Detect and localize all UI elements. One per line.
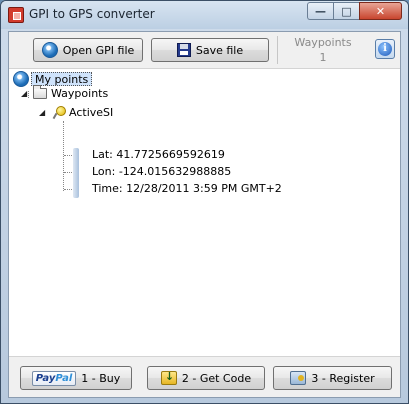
buy-label: 1 - Buy — [81, 371, 121, 385]
window-title: GPI to GPS converter — [29, 7, 155, 21]
maximize-button[interactable]: □ — [333, 2, 359, 20]
longitude-value[interactable]: Lon: -124.015632988885 — [92, 165, 231, 178]
tree-line — [64, 189, 72, 190]
get-code-button[interactable]: 2 - Get Code — [147, 366, 265, 390]
window-controls: — □ ✕ — [307, 2, 402, 20]
waypoints-count: 1 — [319, 51, 327, 64]
paypal-logo-icon: PayPal — [31, 370, 77, 386]
globe-icon — [41, 42, 58, 58]
collapse-arrow-icon[interactable]: ◢ — [21, 89, 31, 98]
pushpin-icon — [51, 105, 66, 119]
client-area: Open GPI file Save file Waypoints 1 i My… — [8, 31, 401, 398]
tree-node-label: ActiveSI — [69, 105, 114, 119]
app-icon[interactable] — [8, 7, 24, 23]
tree-node-waypoints[interactable]: ◢ Waypoints — [21, 85, 109, 100]
tree-node-label: My points — [31, 72, 93, 86]
save-file-label: Save file — [195, 43, 244, 57]
get-code-label: 2 - Get Code — [181, 371, 252, 385]
tree-node-label: Waypoints — [51, 87, 109, 100]
register-icon — [290, 371, 307, 385]
folder-icon — [33, 85, 47, 99]
download-code-icon — [160, 370, 177, 385]
toolbar-separator — [277, 36, 278, 64]
tree-node-waypoint[interactable]: ◢ ActiveSI — [39, 105, 113, 119]
tree-node-my-points[interactable]: My points — [13, 71, 93, 87]
info-button[interactable]: i — [375, 39, 395, 59]
tree-line — [64, 155, 72, 156]
points-tree[interactable]: My points ◢ Waypoints ◢ ActiveSI Lat: 41… — [9, 68, 400, 357]
buy-button[interactable]: PayPal 1 - Buy — [20, 366, 132, 390]
register-label: 3 - Register — [311, 371, 375, 385]
open-gpi-file-label: Open GPI file — [62, 43, 135, 57]
collapse-arrow-icon[interactable]: ◢ — [39, 108, 49, 117]
title-bar[interactable]: GPI to GPS converter — □ ✕ — [1, 1, 408, 29]
waypoints-label: Waypoints — [294, 36, 352, 49]
tree-line — [64, 172, 72, 173]
paypal-pal-text: Pal — [55, 372, 73, 384]
bottom-bar: PayPal 1 - Buy 2 - Get Code 3 - Register — [9, 358, 400, 397]
floppy-icon — [176, 43, 191, 57]
paypal-pay-text: Pay — [35, 372, 56, 384]
minimize-button[interactable]: — — [307, 2, 333, 20]
save-file-button[interactable]: Save file — [151, 38, 269, 62]
tree-line — [63, 121, 64, 191]
globe-icon — [13, 71, 29, 87]
info-icon: i — [378, 42, 392, 56]
open-gpi-file-button[interactable]: Open GPI file — [33, 38, 143, 62]
detail-group-marker — [73, 148, 79, 198]
latitude-value[interactable]: Lat: 41.7725669592619 — [92, 148, 225, 161]
register-button[interactable]: 3 - Register — [273, 366, 392, 390]
time-value[interactable]: Time: 12/28/2011 3:59 PM GMT+2 — [92, 182, 282, 195]
close-button[interactable]: ✕ — [359, 2, 402, 20]
app-window: GPI to GPS converter — □ ✕ Open GPI file… — [0, 0, 409, 404]
toolbar: Open GPI file Save file Waypoints 1 i — [9, 32, 400, 68]
